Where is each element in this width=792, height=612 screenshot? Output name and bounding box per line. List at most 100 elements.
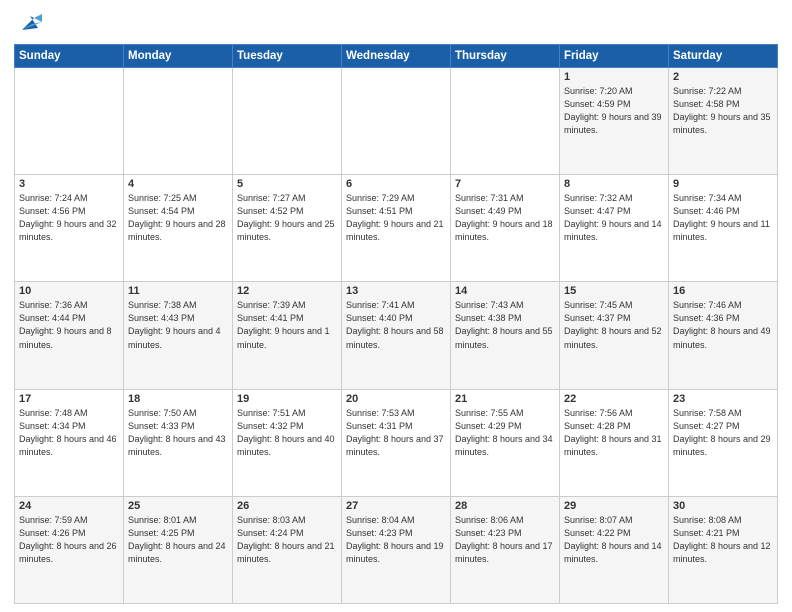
day-info: Sunrise: 7:55 AM Sunset: 4:29 PM Dayligh… [455, 407, 555, 459]
calendar-cell: 2 Sunrise: 7:22 AM Sunset: 4:58 PM Daylig… [669, 68, 778, 175]
calendar-cell: 18 Sunrise: 7:50 AM Sunset: 4:33 PM Dayli… [124, 389, 233, 496]
day-info: Sunrise: 7:34 AM Sunset: 4:46 PM Dayligh… [673, 192, 773, 244]
day-number: 5 [237, 178, 337, 190]
calendar-cell: 10 Sunrise: 7:36 AM Sunset: 4:44 PM Dayli… [15, 282, 124, 389]
day-info: Sunrise: 7:39 AM Sunset: 4:41 PM Dayligh… [237, 299, 337, 351]
day-info: Sunrise: 7:50 AM Sunset: 4:33 PM Dayligh… [128, 407, 228, 459]
day-info: Sunrise: 8:03 AM Sunset: 4:24 PM Dayligh… [237, 514, 337, 566]
logo [14, 10, 50, 38]
day-info: Sunrise: 7:51 AM Sunset: 4:32 PM Dayligh… [237, 407, 337, 459]
calendar-cell: 28 Sunrise: 8:06 AM Sunset: 4:23 PM Dayli… [451, 496, 560, 603]
calendar-week-row: 3 Sunrise: 7:24 AM Sunset: 4:56 PM Daylig… [15, 175, 778, 282]
day-number: 19 [237, 393, 337, 405]
calendar-cell: 30Sunrise: 8:08 AM Sunset: 4:21 PM Dayli… [669, 496, 778, 603]
calendar-cell: 9 Sunrise: 7:34 AM Sunset: 4:46 PM Daylig… [669, 175, 778, 282]
calendar-cell: 25Sunrise: 8:01 AM Sunset: 4:25 PM Dayli… [124, 496, 233, 603]
day-info: Sunrise: 8:08 AM Sunset: 4:21 PM Dayligh… [673, 514, 773, 566]
day-info: Sunrise: 8:07 AM Sunset: 4:22 PM Dayligh… [564, 514, 664, 566]
calendar-header-saturday: Saturday [669, 45, 778, 68]
calendar-cell: 5 Sunrise: 7:27 AM Sunset: 4:52 PM Daylig… [233, 175, 342, 282]
calendar-cell [15, 68, 124, 175]
day-number: 16 [673, 285, 773, 297]
calendar-cell: 6Sunrise: 7:29 AM Sunset: 4:51 PM Daylig… [342, 175, 451, 282]
calendar-cell: 27 Sunrise: 8:04 AM Sunset: 4:23 PM Dayli… [342, 496, 451, 603]
calendar-week-row: 1 Sunrise: 7:20 AM Sunset: 4:59 PM Daylig… [15, 68, 778, 175]
calendar-header-monday: Monday [124, 45, 233, 68]
calendar-cell [451, 68, 560, 175]
calendar-header-wednesday: Wednesday [342, 45, 451, 68]
day-info: Sunrise: 7:27 AM Sunset: 4:52 PM Dayligh… [237, 192, 337, 244]
day-info: Sunrise: 7:36 AM Sunset: 4:44 PM Dayligh… [19, 299, 119, 351]
calendar: SundayMondayTuesdayWednesdayThursdayFrid… [14, 44, 778, 604]
calendar-cell: 21 Sunrise: 7:55 AM Sunset: 4:29 PM Dayli… [451, 389, 560, 496]
day-number: 24 [19, 500, 119, 512]
day-info: Sunrise: 7:45 AM Sunset: 4:37 PM Dayligh… [564, 299, 664, 351]
page: SundayMondayTuesdayWednesdayThursdayFrid… [0, 0, 792, 612]
day-info: Sunrise: 8:04 AM Sunset: 4:23 PM Dayligh… [346, 514, 446, 566]
day-number: 9 [673, 178, 773, 190]
calendar-cell: 3 Sunrise: 7:24 AM Sunset: 4:56 PM Daylig… [15, 175, 124, 282]
calendar-cell: 17Sunrise: 7:48 AM Sunset: 4:34 PM Dayli… [15, 389, 124, 496]
day-info: Sunrise: 7:20 AM Sunset: 4:59 PM Dayligh… [564, 85, 664, 137]
calendar-cell [124, 68, 233, 175]
calendar-cell: 7Sunrise: 7:31 AM Sunset: 4:49 PM Daylig… [451, 175, 560, 282]
day-number: 8 [564, 178, 664, 190]
day-info: Sunrise: 7:58 AM Sunset: 4:27 PM Dayligh… [673, 407, 773, 459]
day-number: 4 [128, 178, 228, 190]
day-number: 21 [455, 393, 555, 405]
calendar-cell: 11Sunrise: 7:38 AM Sunset: 4:43 PM Dayli… [124, 282, 233, 389]
calendar-cell: 14 Sunrise: 7:43 AM Sunset: 4:38 PM Dayli… [451, 282, 560, 389]
day-number: 6 [346, 178, 446, 190]
calendar-header-tuesday: Tuesday [233, 45, 342, 68]
calendar-header-thursday: Thursday [451, 45, 560, 68]
day-info: Sunrise: 8:06 AM Sunset: 4:23 PM Dayligh… [455, 514, 555, 566]
day-info: Sunrise: 7:31 AM Sunset: 4:49 PM Dayligh… [455, 192, 555, 244]
calendar-cell: 23 Sunrise: 7:58 AM Sunset: 4:27 PM Dayli… [669, 389, 778, 496]
day-number: 18 [128, 393, 228, 405]
day-number: 12 [237, 285, 337, 297]
calendar-header-row: SundayMondayTuesdayWednesdayThursdayFrid… [15, 45, 778, 68]
calendar-cell: 16 Sunrise: 7:46 AM Sunset: 4:36 PM Dayli… [669, 282, 778, 389]
day-info: Sunrise: 7:59 AM Sunset: 4:26 PM Dayligh… [19, 514, 119, 566]
day-number: 28 [455, 500, 555, 512]
day-number: 2 [673, 71, 773, 83]
day-number: 13 [346, 285, 446, 297]
day-info: Sunrise: 7:22 AM Sunset: 4:58 PM Dayligh… [673, 85, 773, 137]
calendar-cell: 24 Sunrise: 7:59 AM Sunset: 4:26 PM Dayli… [15, 496, 124, 603]
day-number: 26 [237, 500, 337, 512]
calendar-cell [342, 68, 451, 175]
day-info: Sunrise: 7:24 AM Sunset: 4:56 PM Dayligh… [19, 192, 119, 244]
day-info: Sunrise: 7:43 AM Sunset: 4:38 PM Dayligh… [455, 299, 555, 351]
day-info: Sunrise: 7:38 AM Sunset: 4:43 PM Dayligh… [128, 299, 228, 351]
day-number: 1 [564, 71, 664, 83]
calendar-cell: 26 Sunrise: 8:03 AM Sunset: 4:24 PM Dayli… [233, 496, 342, 603]
day-info: Sunrise: 7:25 AM Sunset: 4:54 PM Dayligh… [128, 192, 228, 244]
calendar-week-row: 17Sunrise: 7:48 AM Sunset: 4:34 PM Dayli… [15, 389, 778, 496]
day-info: Sunrise: 7:53 AM Sunset: 4:31 PM Dayligh… [346, 407, 446, 459]
day-number: 23 [673, 393, 773, 405]
day-number: 29 [564, 500, 664, 512]
day-info: Sunrise: 7:41 AM Sunset: 4:40 PM Dayligh… [346, 299, 446, 351]
day-number: 22 [564, 393, 664, 405]
day-number: 20 [346, 393, 446, 405]
calendar-cell: 15 Sunrise: 7:45 AM Sunset: 4:37 PM Dayli… [560, 282, 669, 389]
day-info: Sunrise: 7:56 AM Sunset: 4:28 PM Dayligh… [564, 407, 664, 459]
day-number: 3 [19, 178, 119, 190]
calendar-header-friday: Friday [560, 45, 669, 68]
header [14, 10, 778, 38]
calendar-cell: 12 Sunrise: 7:39 AM Sunset: 4:41 PM Dayli… [233, 282, 342, 389]
calendar-cell: 19 Sunrise: 7:51 AM Sunset: 4:32 PM Dayli… [233, 389, 342, 496]
day-number: 27 [346, 500, 446, 512]
calendar-header-sunday: Sunday [15, 45, 124, 68]
calendar-cell [233, 68, 342, 175]
day-number: 15 [564, 285, 664, 297]
day-info: Sunrise: 7:32 AM Sunset: 4:47 PM Dayligh… [564, 192, 664, 244]
calendar-cell: 22 Sunrise: 7:56 AM Sunset: 4:28 PM Dayli… [560, 389, 669, 496]
calendar-cell: 4 Sunrise: 7:25 AM Sunset: 4:54 PM Daylig… [124, 175, 233, 282]
calendar-week-row: 10 Sunrise: 7:36 AM Sunset: 4:44 PM Dayli… [15, 282, 778, 389]
calendar-cell: 1 Sunrise: 7:20 AM Sunset: 4:59 PM Daylig… [560, 68, 669, 175]
day-number: 14 [455, 285, 555, 297]
day-number: 10 [19, 285, 119, 297]
day-info: Sunrise: 7:46 AM Sunset: 4:36 PM Dayligh… [673, 299, 773, 351]
calendar-cell: 20 Sunrise: 7:53 AM Sunset: 4:31 PM Dayli… [342, 389, 451, 496]
